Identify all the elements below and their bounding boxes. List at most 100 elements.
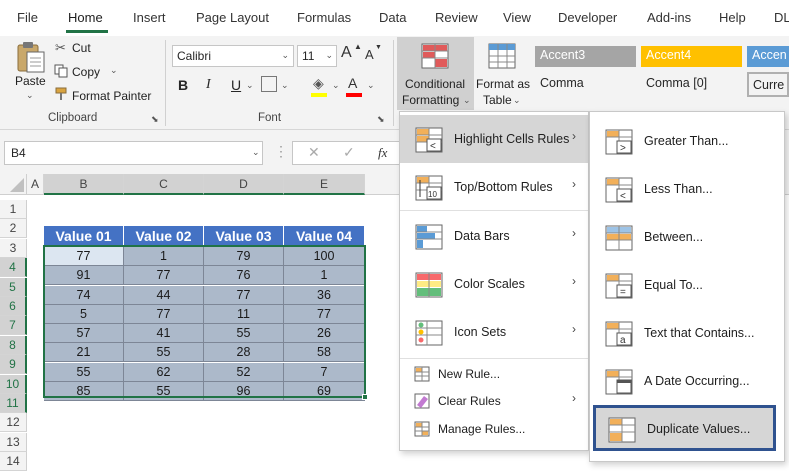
- tab-help[interactable]: Help: [719, 10, 746, 25]
- tab-dl[interactable]: DL: [774, 10, 789, 25]
- chevron-down-icon: ⌄: [281, 50, 289, 60]
- copy-dropdown-icon[interactable]: ⌄: [110, 65, 118, 76]
- row-header-9[interactable]: 9: [0, 355, 27, 375]
- submenu-item-text-contains[interactable]: a Text that Contains...: [590, 309, 784, 357]
- menu-item-top-bottom-rules[interactable]: 10 Top/Bottom Rules ›: [400, 163, 588, 211]
- submenu-item-date-occurring[interactable]: A Date Occurring...: [590, 357, 784, 405]
- icon-sets-icon: [415, 320, 443, 346]
- column-header-b[interactable]: B: [44, 174, 124, 195]
- font-name-value: Calibri: [177, 49, 212, 63]
- font-size-dropdown[interactable]: 11 ⌄: [297, 45, 337, 67]
- fill-color-dropdown-icon[interactable]: ⌄: [332, 80, 340, 91]
- shrink-font-button[interactable]: A: [365, 47, 374, 62]
- row-header-1[interactable]: 1: [0, 200, 27, 219]
- grow-font-button[interactable]: A: [341, 44, 352, 62]
- tab-formulas[interactable]: Formulas: [297, 10, 351, 25]
- style-accent5[interactable]: Accen: [747, 46, 789, 67]
- cut-icon[interactable]: ✂: [55, 40, 66, 56]
- insert-function-icon[interactable]: fx: [378, 145, 387, 161]
- paste-dropdown-icon[interactable]: ⌄: [26, 90, 34, 101]
- style-comma0[interactable]: Comma [0]: [641, 74, 742, 95]
- menu-item-clear-rules[interactable]: Clear Rules ›: [400, 389, 588, 413]
- table-header-cell[interactable]: Value 04: [284, 226, 365, 247]
- paste-icon[interactable]: [14, 40, 46, 74]
- row-header-12[interactable]: 12: [0, 413, 27, 433]
- submenu-item-equal-to[interactable]: = Equal To...: [590, 261, 784, 309]
- menu-item-highlight-cells-rules[interactable]: < Highlight Cells Rules ›: [400, 115, 588, 163]
- font-size-value: 11: [302, 49, 315, 63]
- row-header-3[interactable]: 3: [0, 238, 27, 258]
- tab-file[interactable]: File: [17, 10, 38, 25]
- tab-data[interactable]: Data: [379, 10, 406, 25]
- italic-button[interactable]: I: [206, 77, 211, 93]
- column-header-d[interactable]: D: [204, 174, 284, 195]
- format-painter-icon[interactable]: [54, 87, 68, 101]
- submenu-item-less-than[interactable]: < Less Than...: [590, 165, 784, 213]
- greater-than-icon: >: [605, 129, 633, 155]
- menu-item-data-bars[interactable]: Data Bars ›: [400, 212, 588, 260]
- style-currency[interactable]: Curre: [747, 72, 789, 97]
- borders-icon[interactable]: [261, 76, 277, 92]
- name-box[interactable]: B4: [4, 141, 263, 165]
- text-contains-icon: a: [605, 321, 633, 347]
- fill-color-icon[interactable]: ◈: [313, 75, 324, 92]
- tab-page-layout[interactable]: Page Layout: [196, 10, 269, 25]
- font-color-dropdown-icon[interactable]: ⌄: [367, 80, 375, 91]
- format-painter-button[interactable]: Format Painter: [72, 89, 151, 103]
- menu-item-icon-sets[interactable]: Icon Sets ›: [400, 308, 588, 356]
- tab-view[interactable]: View: [503, 10, 531, 25]
- font-name-dropdown[interactable]: Calibri ⌄: [172, 45, 294, 67]
- borders-dropdown-icon[interactable]: ⌄: [281, 80, 289, 91]
- table-header-cell[interactable]: Value 01: [44, 226, 124, 247]
- style-accent3[interactable]: Accent3: [535, 46, 636, 67]
- tab-developer[interactable]: Developer: [558, 10, 617, 25]
- underline-dropdown-icon[interactable]: ⌄: [246, 80, 254, 91]
- select-all-corner[interactable]: [0, 174, 27, 195]
- fat-label-line1: Format as: [476, 77, 531, 91]
- copy-icon[interactable]: [54, 64, 68, 78]
- row-header-10[interactable]: 10: [0, 374, 27, 394]
- submenu-item-duplicate-values[interactable]: Duplicate Values...: [593, 405, 776, 451]
- font-color-swatch: [346, 93, 362, 97]
- style-accent4[interactable]: Accent4: [641, 46, 742, 67]
- font-launcher-icon[interactable]: ⬊: [377, 114, 385, 125]
- chevron-down-icon[interactable]: ⌄: [252, 147, 260, 158]
- cut-button[interactable]: Cut: [72, 41, 91, 55]
- tab-add-ins[interactable]: Add-ins: [647, 10, 691, 25]
- underline-button[interactable]: U: [231, 77, 241, 93]
- row-header-8[interactable]: 8: [0, 335, 27, 355]
- menu-item-new-rule[interactable]: New Rule...: [400, 362, 588, 386]
- format-as-table-button[interactable]: Format as Table ⌄: [475, 37, 532, 110]
- row-header-4[interactable]: 4: [0, 258, 27, 278]
- style-comma[interactable]: Comma: [535, 74, 636, 95]
- column-header-c[interactable]: C: [124, 174, 204, 195]
- row-header-13[interactable]: 13: [0, 432, 27, 452]
- table-header-cell[interactable]: Value 03: [204, 226, 284, 247]
- submenu-item-greater-than[interactable]: > Greater Than...: [590, 117, 784, 165]
- row-header-5[interactable]: 5: [0, 277, 27, 297]
- row-header-6[interactable]: 6: [0, 297, 27, 316]
- row-header-2[interactable]: 2: [0, 219, 27, 239]
- paste-button[interactable]: Paste: [15, 74, 46, 88]
- row-header-7[interactable]: 7: [0, 316, 27, 336]
- font-color-button[interactable]: A: [348, 75, 357, 91]
- svg-text:<: <: [430, 141, 436, 152]
- table-header-cell[interactable]: Value 02: [124, 226, 204, 247]
- tab-insert[interactable]: Insert: [133, 10, 166, 25]
- column-header-e[interactable]: E: [284, 174, 365, 195]
- bold-button[interactable]: B: [178, 77, 188, 93]
- fill-handle[interactable]: [362, 394, 368, 400]
- tab-home[interactable]: Home: [68, 10, 103, 25]
- copy-button[interactable]: Copy: [72, 65, 100, 79]
- menu-item-color-scales[interactable]: Color Scales ›: [400, 260, 588, 308]
- row-header-11[interactable]: 11: [0, 394, 27, 413]
- column-header-a[interactable]: A: [27, 174, 44, 195]
- chevron-down-icon: ⌄: [325, 50, 333, 60]
- submenu-item-between[interactable]: Between...: [590, 213, 784, 261]
- tab-review[interactable]: Review: [435, 10, 478, 25]
- menu-item-manage-rules[interactable]: Manage Rules...: [400, 417, 588, 441]
- clipboard-launcher-icon[interactable]: ⬊: [151, 114, 159, 125]
- enter-icon[interactable]: ✓: [343, 144, 355, 161]
- conditional-formatting-button[interactable]: Conditional Formatting ⌄: [397, 37, 474, 110]
- cancel-icon[interactable]: ✕: [308, 144, 320, 161]
